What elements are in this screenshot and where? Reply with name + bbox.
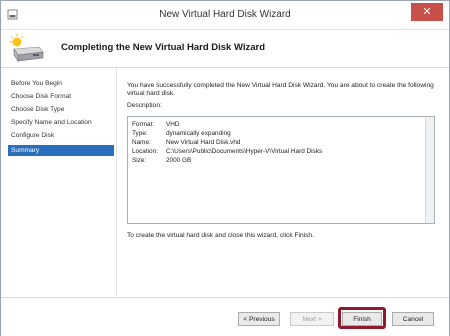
wizard-window: New Virtual Hard Disk Wizard ✕ Completin… [0,0,450,336]
title-bar: New Virtual Hard Disk Wizard ✕ [1,1,449,30]
sidebar-item-configure-disk[interactable]: Configure Disk [8,130,114,141]
wizard-header: Completing the New Virtual Hard Disk Wiz… [1,30,449,68]
detail-row-name: Name: New Virtual Hard Disk.vhd [132,139,240,147]
sidebar-item-specify-name-location[interactable]: Specify Name and Location [8,117,114,128]
detail-value: dynamically expanding [166,130,231,137]
description-label: Description: [127,102,162,109]
detail-key: Name: [132,139,151,146]
cancel-button[interactable]: Cancel [392,312,434,326]
next-button[interactable]: Next > [290,312,334,326]
finish-highlight-box [338,307,386,329]
detail-key: Location: [132,148,158,155]
page-title: Completing the New Virtual Hard Disk Wiz… [61,42,266,53]
finish-instruction: To create the virtual hard disk and clos… [127,232,314,239]
sidebar-item-before-you-begin[interactable]: Before You Begin [8,78,114,89]
description-scrollbar[interactable] [425,117,434,223]
summary-content: You have successfully completed the New … [117,68,449,296]
detail-key: Type: [132,130,148,137]
sidebar-item-choose-disk-type[interactable]: Choose Disk Type [8,104,114,115]
sidebar-item-summary[interactable]: Summary [8,145,114,156]
detail-key: Size: [132,157,147,164]
detail-row-location: Location: C:\Users\Public\Documents\Hyper… [132,148,322,156]
hard-disk-wizard-icon [10,34,44,62]
detail-row-format: Format: VHD [132,121,180,129]
detail-key: Format: [132,121,155,128]
completion-message: You have successfully completed the New … [127,82,434,97]
wizard-steps-sidebar: Before You Begin Choose Disk Format Choo… [1,68,117,296]
detail-row-type: Type: dynamically expanding [132,130,231,138]
detail-value: New Virtual Hard Disk.vhd [166,139,241,146]
description-box[interactable]: Format: VHD Type: dynamically expanding Na… [127,116,435,224]
detail-value: C:\Users\Public\Documents\Hyper-V\Virtua… [166,148,323,155]
detail-value: VHD [166,121,180,128]
previous-button[interactable]: < Previous [238,312,280,326]
sidebar-item-choose-disk-format[interactable]: Choose Disk Format [8,91,114,102]
close-button[interactable]: ✕ [411,3,443,21]
detail-value: 2000 GB [166,157,192,164]
window-title: New Virtual Hard Disk Wizard [159,9,291,20]
detail-row-size: Size: 2000 GB [132,157,191,165]
